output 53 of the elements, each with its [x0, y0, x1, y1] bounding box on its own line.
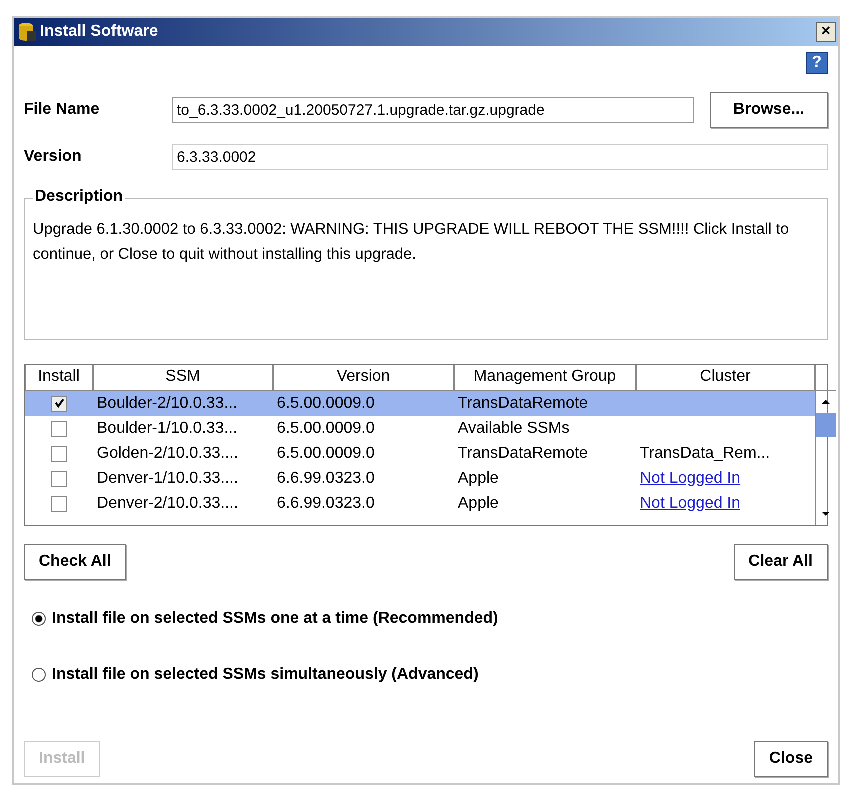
checkbox[interactable]	[51, 396, 67, 412]
table-cell-text: 6.6.99.0323.0	[276, 494, 376, 512]
table-cell: TransData_Rem...	[640, 444, 770, 462]
clear-all-button[interactable]: Clear All	[734, 544, 828, 580]
field-label: Version	[24, 148, 83, 166]
table-cell-text: 6.5.00.0009.0	[276, 444, 376, 462]
database-icon	[18, 22, 36, 42]
table-cell-text: Denver-1/10.0.33....	[96, 470, 240, 488]
table-cell-text: 6.5.00.0009.0	[276, 420, 376, 438]
table-row[interactable]: Boulder-2/10.0.33... 6.5.00.0009.0 TransDataRemote	[25, 391, 815, 416]
column-header[interactable]: Cluster	[636, 365, 815, 391]
status-link[interactable]: Not Logged In	[640, 494, 741, 512]
radio-label[interactable]: Install file on selected SSMs one at a time (Recommended)	[52, 610, 498, 628]
table-cell-text: Boulder-1/10.0.33...	[96, 420, 239, 438]
field-label: File Name	[24, 101, 101, 119]
checkbox[interactable]	[51, 470, 67, 486]
checkbox[interactable]	[51, 446, 67, 462]
radio-button[interactable]	[32, 612, 46, 626]
version-field[interactable]: 6.3.33.0002	[172, 144, 828, 170]
table-cell-text: Denver-2/10.0.33....	[96, 494, 240, 512]
table-row[interactable]: Denver-1/10.0.33.... 6.6.99.0323.0 Apple Not Logged In	[25, 466, 815, 491]
close-dialog-button[interactable]: Close	[754, 741, 828, 777]
table-cell-text: Apple	[457, 470, 500, 488]
column-header[interactable]: Management Group	[454, 365, 636, 391]
help-button[interactable]: ?	[806, 52, 828, 74]
table-cell-text: Boulder-2/10.0.33...	[96, 394, 239, 412]
window-title: Install Software	[40, 23, 160, 41]
group-label: Description	[33, 188, 126, 206]
scrollbar[interactable]	[815, 365, 836, 525]
scroll-thumb[interactable]	[816, 413, 836, 437]
checkbox[interactable]	[51, 420, 67, 436]
browse-button[interactable]: Browse...	[710, 92, 828, 128]
description-text: Upgrade 6.1.30.0002 to 6.3.33.0002: WARNING: THIS UPGRADE WILL REBOOT THE SSM!!!! Click Install to continue, or Close to quit without installing this upgrade.	[33, 220, 790, 265]
table-row[interactable]: Boulder-1/10.0.33... 6.5.00.0009.0 Available SSMs	[25, 416, 815, 441]
column-header[interactable]: SSM	[93, 365, 273, 391]
table-row[interactable]: Golden-2/10.0.33.... 6.5.00.0009.0 TransDataRemote TransData_Rem...	[25, 441, 815, 466]
table-cell-text: 6.5.00.0009.0	[276, 394, 376, 412]
table-cell-text: TransDataRemote	[457, 444, 590, 462]
table-cell-text: Golden-2/10.0.33....	[96, 444, 240, 462]
table-cell-text: TransDataRemote	[457, 394, 590, 412]
table-row[interactable]: Denver-2/10.0.33.... 6.6.99.0323.0 Apple Not Logged In	[25, 491, 815, 516]
table-cell-text: Apple	[457, 494, 500, 512]
checkbox[interactable]	[51, 496, 67, 512]
file-name-field[interactable]: to_6.3.33.0002_u1.20050727.1.upgrade.tar.gz.upgrade	[172, 97, 694, 123]
column-header[interactable]: Install	[25, 365, 93, 391]
radio-label[interactable]: Install file on selected SSMs simultaneously (Advanced)	[52, 666, 479, 684]
table-cell-text: 6.6.99.0323.0	[276, 470, 376, 488]
column-header[interactable]: Version	[273, 365, 454, 391]
radio-button[interactable]	[32, 668, 46, 682]
table-cell-text: Available SSMs	[457, 420, 571, 438]
status-link[interactable]: Not Logged In	[640, 470, 741, 486]
close-button[interactable]: ×	[816, 22, 836, 42]
check-all-button[interactable]: Check All	[24, 544, 126, 580]
